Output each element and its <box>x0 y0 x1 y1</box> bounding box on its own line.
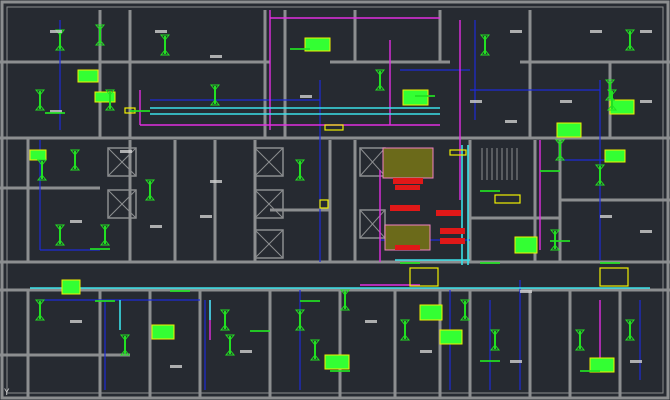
tag-box <box>494 194 521 204</box>
room-label <box>70 320 82 323</box>
equipment-unit <box>390 205 420 211</box>
room-label <box>240 350 252 353</box>
equipment-unit <box>395 245 420 250</box>
room-label <box>470 100 482 103</box>
equipment-schedule-tag <box>556 122 582 138</box>
duct-size-label <box>600 262 620 264</box>
room-label <box>630 360 642 363</box>
room-label <box>505 120 517 123</box>
cad-drawing-viewport[interactable]: Y <box>0 0 670 400</box>
equipment-unit <box>395 185 420 190</box>
room-label <box>50 30 62 33</box>
room-label <box>520 290 532 293</box>
duct-size-label <box>550 240 570 242</box>
duct-size-label <box>480 262 500 264</box>
duct-size-label <box>45 112 65 114</box>
equipment-unit <box>440 238 465 244</box>
duct-size-label <box>290 48 310 50</box>
tag-box <box>409 267 439 287</box>
equipment-schedule-tag <box>324 354 350 370</box>
tag-box <box>449 149 467 156</box>
equipment-unit <box>393 178 423 184</box>
duct-size-label <box>90 248 110 250</box>
duct-size-label <box>540 170 560 172</box>
equipment-schedule-tag <box>402 89 429 106</box>
equipment-schedule-tag <box>94 91 116 103</box>
room-label <box>70 220 82 223</box>
room-label <box>510 360 522 363</box>
equipment-schedule-tag <box>589 357 615 373</box>
room-label <box>300 95 312 98</box>
ucs-axis-label: Y <box>4 388 10 398</box>
room-label <box>640 100 652 103</box>
room-label <box>155 30 167 33</box>
room-label <box>640 230 652 233</box>
equipment-schedule-tag <box>604 149 626 163</box>
room-label <box>170 365 182 368</box>
floor-plan-canvas[interactable] <box>0 0 670 400</box>
room-label <box>150 225 162 228</box>
room-label <box>420 350 432 353</box>
duct-size-label <box>250 330 270 332</box>
duct-size-label <box>480 190 500 192</box>
equipment-schedule-tag <box>514 236 538 254</box>
room-label <box>640 30 652 33</box>
room-label <box>210 55 222 58</box>
room-label <box>365 320 377 323</box>
duct-size-label <box>95 300 115 302</box>
duct-size-label <box>580 370 600 372</box>
equipment-schedule-tag <box>419 304 443 321</box>
equipment-schedule-tag <box>29 149 47 161</box>
equipment-schedule-tag <box>439 329 463 345</box>
equipment-schedule-tag <box>77 69 99 83</box>
duct-size-label <box>330 370 350 372</box>
tag-box <box>599 267 629 287</box>
equipment-unit <box>440 228 465 234</box>
tag-box <box>319 199 329 209</box>
air-handling-unit <box>382 147 434 179</box>
room-label <box>510 30 522 33</box>
duct-size-label <box>300 300 320 302</box>
equipment-schedule-tag <box>151 324 175 340</box>
duct-size-label <box>400 262 420 264</box>
room-label <box>590 30 602 33</box>
duct-size-label <box>130 110 150 112</box>
equipment-unit <box>436 210 461 216</box>
equipment-schedule-tag <box>61 279 81 295</box>
tag-box <box>324 124 344 131</box>
room-label <box>120 150 132 153</box>
room-label <box>200 215 212 218</box>
room-label <box>210 180 222 183</box>
room-label <box>600 215 612 218</box>
duct-size-label <box>480 360 500 362</box>
duct-size-label <box>170 290 190 292</box>
duct-size-label <box>415 95 435 97</box>
room-label <box>560 100 572 103</box>
